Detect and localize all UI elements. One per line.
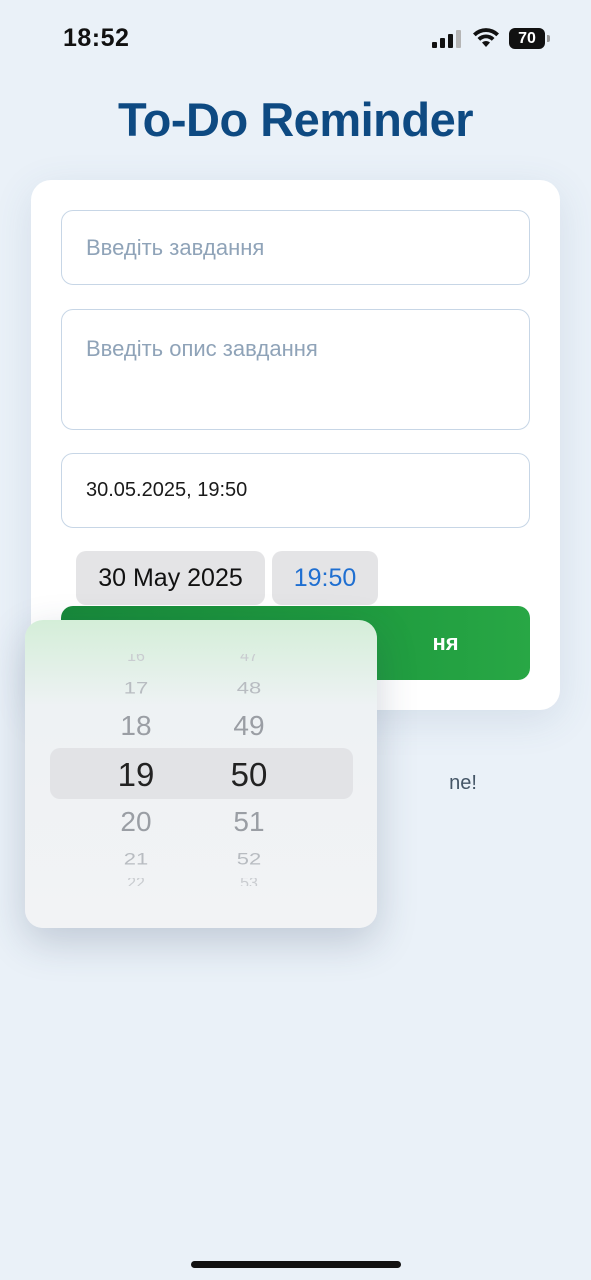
page-title: To-Do Reminder [117,93,474,146]
battery-cap [547,35,550,42]
minute-option[interactable]: 49 [204,710,294,742]
hour-option[interactable]: 21 [91,849,181,869]
minutes-wheel[interactable]: 47 48 49 50 51 52 53 [204,620,294,928]
status-time: 18:52 [63,24,130,52]
datetime-value: 30.05.2025, 19:50 [86,479,248,501]
home-indicator[interactable] [191,1261,401,1268]
task-input[interactable] [61,210,530,285]
time-picker-popup[interactable]: 16 17 18 19 20 21 22 47 48 49 50 51 52 5… [25,620,377,928]
hour-option[interactable]: 18 [91,710,181,742]
signal-icon [432,30,461,48]
battery-level: 70 [509,28,545,49]
minute-option[interactable]: 47 [204,654,294,664]
minute-option[interactable]: 53 [204,878,294,886]
selected-minute[interactable]: 50 [204,756,294,794]
datetime-input[interactable]: 30.05.2025, 19:50 [61,453,530,528]
minute-option[interactable]: 51 [204,806,294,838]
minute-option[interactable]: 48 [204,678,294,698]
description-input[interactable] [61,309,530,430]
hour-option[interactable]: 20 [91,806,181,838]
status-bar: 18:52 70 [0,0,591,80]
hour-option[interactable]: 16 [91,654,181,664]
hours-wheel[interactable]: 16 17 18 19 20 21 22 [91,620,181,928]
time-chip[interactable]: 19:50 [272,551,378,605]
wifi-icon [473,28,499,47]
add-task-button-label: ня [432,630,459,655]
minute-option[interactable]: 52 [204,849,294,869]
date-chip[interactable]: 30 May 2025 [76,551,265,605]
hour-option[interactable]: 17 [91,678,181,698]
battery-icon: 70 [509,28,551,49]
selected-hour[interactable]: 19 [91,756,181,794]
hour-option[interactable]: 22 [91,878,181,886]
